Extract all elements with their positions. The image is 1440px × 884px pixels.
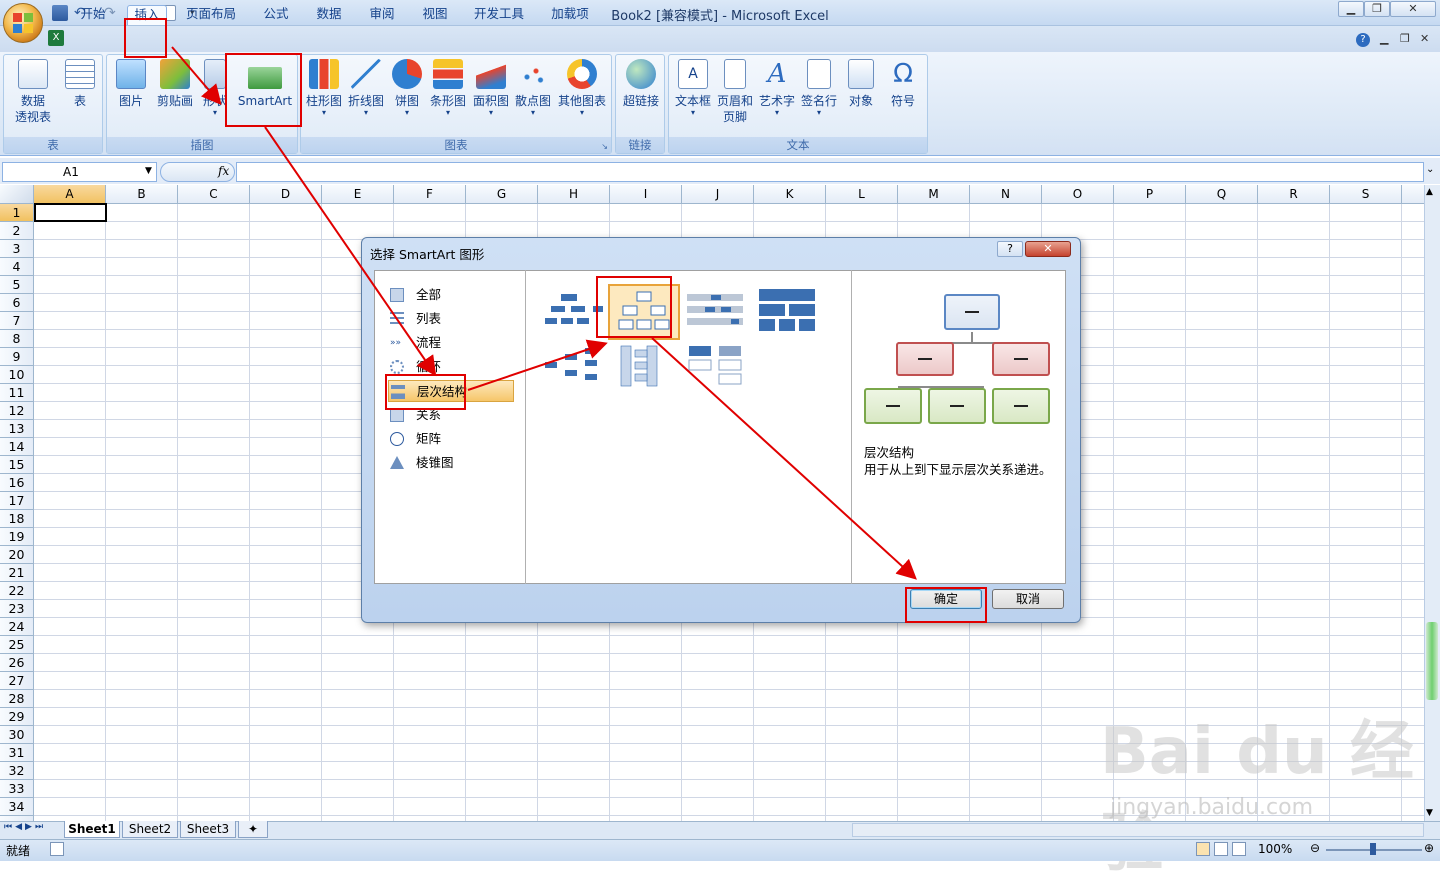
office-button[interactable]	[3, 3, 43, 43]
annotation-arrows	[171, 46, 917, 580]
